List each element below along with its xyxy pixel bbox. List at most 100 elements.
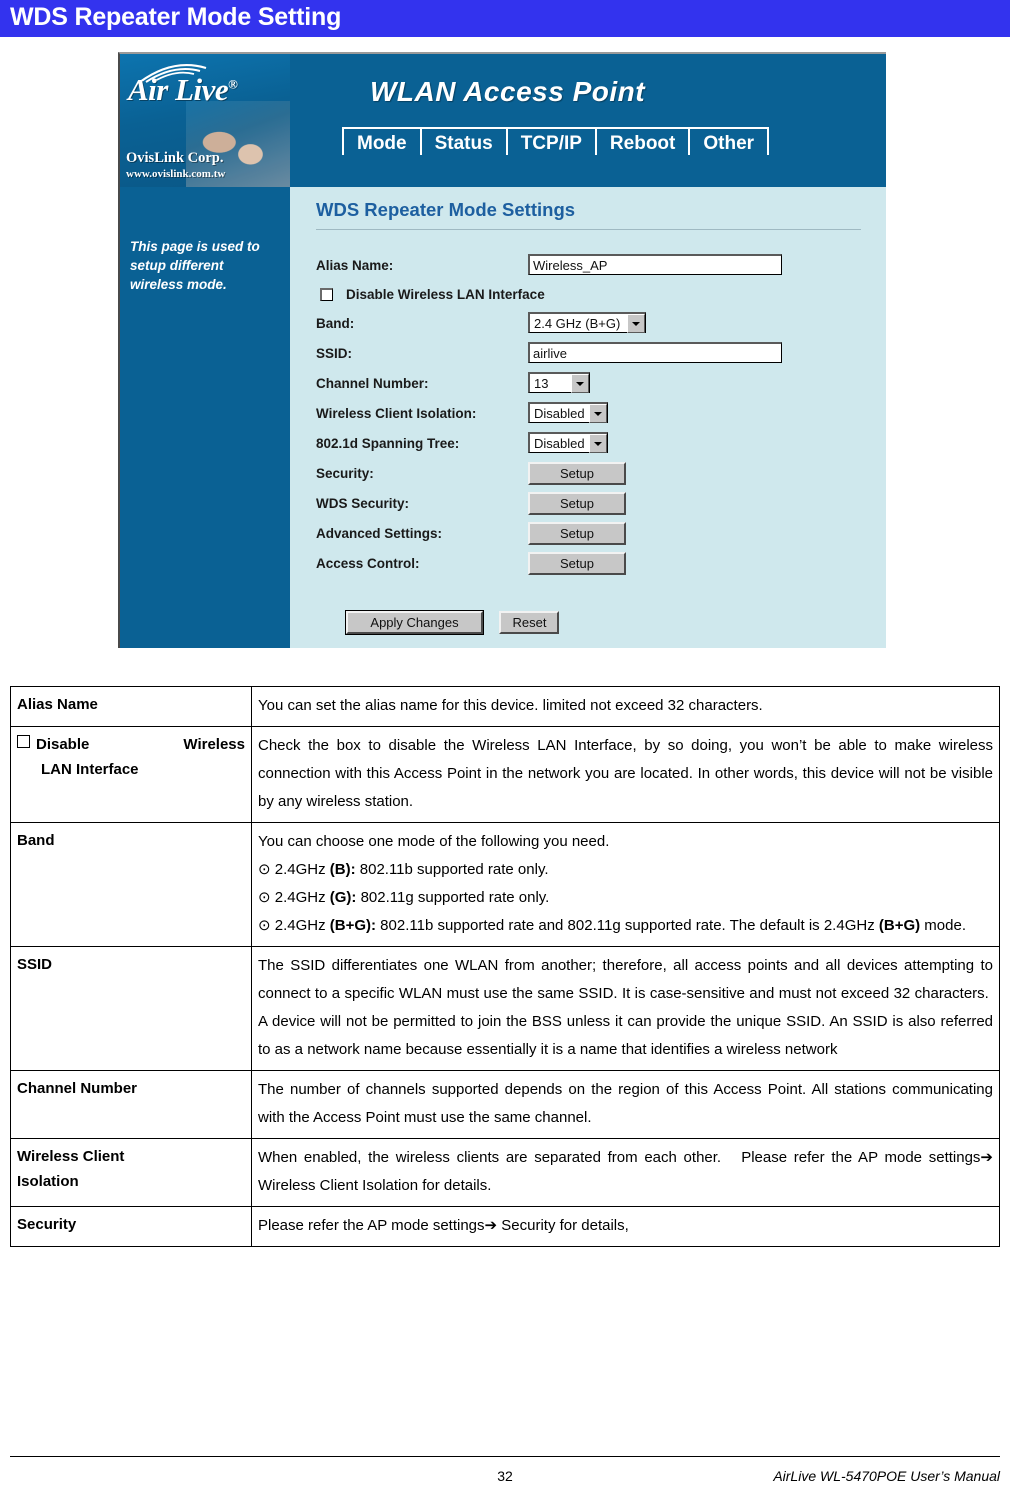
row-key-ssid: SSID — [10, 946, 252, 1071]
row-key-disable-wlan: Disable Wireless LAN Interface — [10, 726, 252, 823]
band-label: Band: — [316, 316, 355, 331]
router-banner: Air Live® OvisLink Corp. www.ovislink.co… — [120, 54, 886, 187]
checkbox-icon — [17, 735, 30, 748]
chevron-down-icon[interactable] — [589, 403, 607, 423]
access-control-setup-button[interactable]: Setup — [528, 552, 626, 575]
brand-panel: Air Live® OvisLink Corp. www.ovislink.co… — [120, 54, 290, 187]
row-key-word-disable: Disable — [36, 736, 90, 753]
nav-tabs: Mode Status TCP/IP Reboot Other — [342, 127, 770, 155]
row-desc-alias-name: You can set the alias name for this devi… — [251, 686, 1000, 727]
wireless-client-isolation-select[interactable]: Disabled — [528, 402, 608, 423]
row-key-checkbox-and-label: Disable — [17, 732, 89, 757]
reset-button[interactable]: Reset — [499, 611, 560, 634]
table-row: Channel Number The number of channels su… — [10, 1070, 1000, 1139]
spanning-tree-label: 802.1d Spanning Tree: — [316, 436, 460, 451]
chevron-down-icon[interactable] — [571, 373, 589, 393]
row-desc-wireless-client-isolation: When enabled, the wireless clients are s… — [251, 1138, 1000, 1207]
wds-security-setup-button[interactable]: Setup — [528, 492, 626, 515]
row-desc-band: You can choose one mode of the following… — [251, 822, 1000, 947]
content-divider — [316, 229, 861, 230]
ssid-input[interactable]: airlive — [528, 342, 782, 363]
row-desc-security: Please refer the AP mode settings➔ Secur… — [251, 1206, 1000, 1247]
security-label: Security: — [316, 466, 374, 481]
row-desc-channel-number: The number of channels supported depends… — [251, 1070, 1000, 1139]
footer-manual-title: AirLive WL-5470POE User’s Manual — [773, 1468, 1000, 1484]
tab-other[interactable]: Other — [690, 127, 770, 155]
row-key-wireless-client-isolation: Wireless Client Isolation — [10, 1138, 252, 1207]
chevron-down-icon[interactable] — [589, 433, 607, 453]
tab-status[interactable]: Status — [421, 127, 508, 155]
field-row-wds-security: WDS Security: Setup — [316, 492, 876, 522]
content-panel: WDS Repeater Mode Settings Alias Name: W… — [290, 187, 886, 648]
row-key-security: Security — [10, 1206, 252, 1247]
sidebar-help-text: This page is used to setup different wir… — [130, 239, 260, 292]
field-row-spanning-tree: 802.1d Spanning Tree: Disabled — [316, 432, 876, 462]
table-row: SSID The SSID differentiates one WLAN fr… — [10, 946, 1000, 1071]
alias-name-label: Alias Name: — [316, 258, 394, 273]
tab-reboot[interactable]: Reboot — [596, 127, 691, 155]
footer-divider — [10, 1456, 1000, 1457]
channel-number-label: Channel Number: — [316, 376, 429, 391]
ovislink-corp-label: OvisLink Corp. — [126, 150, 224, 166]
field-row-advanced-settings: Advanced Settings: Setup — [316, 522, 876, 552]
tab-mode[interactable]: Mode — [342, 127, 422, 155]
airlive-logo-text: Air Live — [128, 72, 229, 107]
field-row-channel-number: Channel Number: 13 — [316, 372, 876, 402]
band-select[interactable]: 2.4 GHz (B+G) — [528, 312, 646, 333]
wireless-client-isolation-select-value: Disabled — [534, 405, 585, 421]
field-row-disable-wlan: Disable Wireless LAN Interface — [316, 284, 876, 312]
table-row: Security Please refer the AP mode settin… — [10, 1206, 1000, 1247]
advanced-settings-label: Advanced Settings: — [316, 526, 443, 541]
ssid-label: SSID: — [316, 346, 353, 361]
table-row: Band You can choose one mode of the foll… — [10, 822, 1000, 947]
table-row: Disable Wireless LAN Interface Check the… — [10, 726, 1000, 823]
page-title: WDS Repeater Mode Setting — [10, 3, 342, 31]
field-row-band: Band: 2.4 GHz (B+G) — [316, 312, 876, 342]
row-key-alias-name: Alias Name — [10, 686, 252, 727]
router-ui-screenshot: Air Live® OvisLink Corp. www.ovislink.co… — [118, 52, 886, 648]
access-control-label: Access Control: — [316, 556, 420, 571]
security-setup-button[interactable]: Setup — [528, 462, 626, 485]
row-key-line2: Isolation — [17, 1173, 79, 1190]
disable-wlan-checkbox[interactable] — [320, 288, 333, 301]
page-header-bar: WDS Repeater Mode Setting — [0, 0, 1010, 37]
registered-mark-icon: ® — [228, 76, 238, 92]
band-select-value: 2.4 GHz (B+G) — [534, 315, 621, 331]
apply-changes-button[interactable]: Apply Changes — [345, 610, 484, 635]
channel-number-select[interactable]: 13 — [528, 372, 590, 393]
ovislink-url-label: www.ovislink.com.tw — [126, 168, 226, 180]
spanning-tree-select[interactable]: Disabled — [528, 432, 608, 453]
disable-wlan-label: Disable Wireless LAN Interface — [346, 287, 545, 302]
alias-name-input[interactable]: Wireless_AP — [528, 254, 782, 275]
advanced-settings-setup-button[interactable]: Setup — [528, 522, 626, 545]
field-row-wireless-client-isolation: Wireless Client Isolation: Disabled — [316, 402, 876, 432]
table-row: Alias Name You can set the alias name fo… — [10, 686, 1000, 727]
row-key-channel-number: Channel Number — [10, 1070, 252, 1139]
router-body: This page is used to setup different wir… — [120, 187, 886, 648]
spanning-tree-select-value: Disabled — [534, 435, 585, 451]
table-row: Wireless Client Isolation When enabled, … — [10, 1138, 1000, 1207]
channel-number-select-value: 13 — [534, 375, 549, 391]
row-key-band: Band — [10, 822, 252, 947]
content-title: WDS Repeater Mode Settings — [316, 199, 576, 220]
settings-description-table: Alias Name You can set the alias name fo… — [10, 686, 1000, 1247]
product-title: WLAN Access Point — [370, 76, 646, 107]
tab-tcpip[interactable]: TCP/IP — [507, 127, 597, 155]
row-key-line1: Wireless Client — [17, 1148, 125, 1165]
chevron-down-icon[interactable] — [627, 313, 645, 333]
field-row-security: Security: Setup — [316, 462, 876, 492]
row-key-word-wireless: Wireless — [183, 736, 245, 753]
row-desc-ssid: The SSID differentiates one WLAN from an… — [251, 946, 1000, 1071]
field-row-ssid: SSID: airlive — [316, 342, 876, 372]
field-row-alias-name: Alias Name: Wireless_AP — [316, 254, 876, 284]
form-actions: Apply Changes Reset — [345, 610, 571, 635]
sidebar-panel: This page is used to setup different wir… — [120, 187, 290, 648]
wireless-client-isolation-label: Wireless Client Isolation: — [316, 406, 477, 421]
row-key-line2: LAN Interface — [41, 761, 139, 778]
row-desc-disable-wlan: Check the box to disable the Wireless LA… — [251, 726, 1000, 823]
wds-security-label: WDS Security: — [316, 496, 410, 511]
field-row-access-control: Access Control: Setup — [316, 552, 876, 582]
table-body: Alias Name You can set the alias name fo… — [10, 686, 1000, 1247]
airlive-logo: Air Live® — [128, 72, 238, 108]
settings-form: Alias Name: Wireless_AP Disable Wireless… — [316, 254, 876, 582]
